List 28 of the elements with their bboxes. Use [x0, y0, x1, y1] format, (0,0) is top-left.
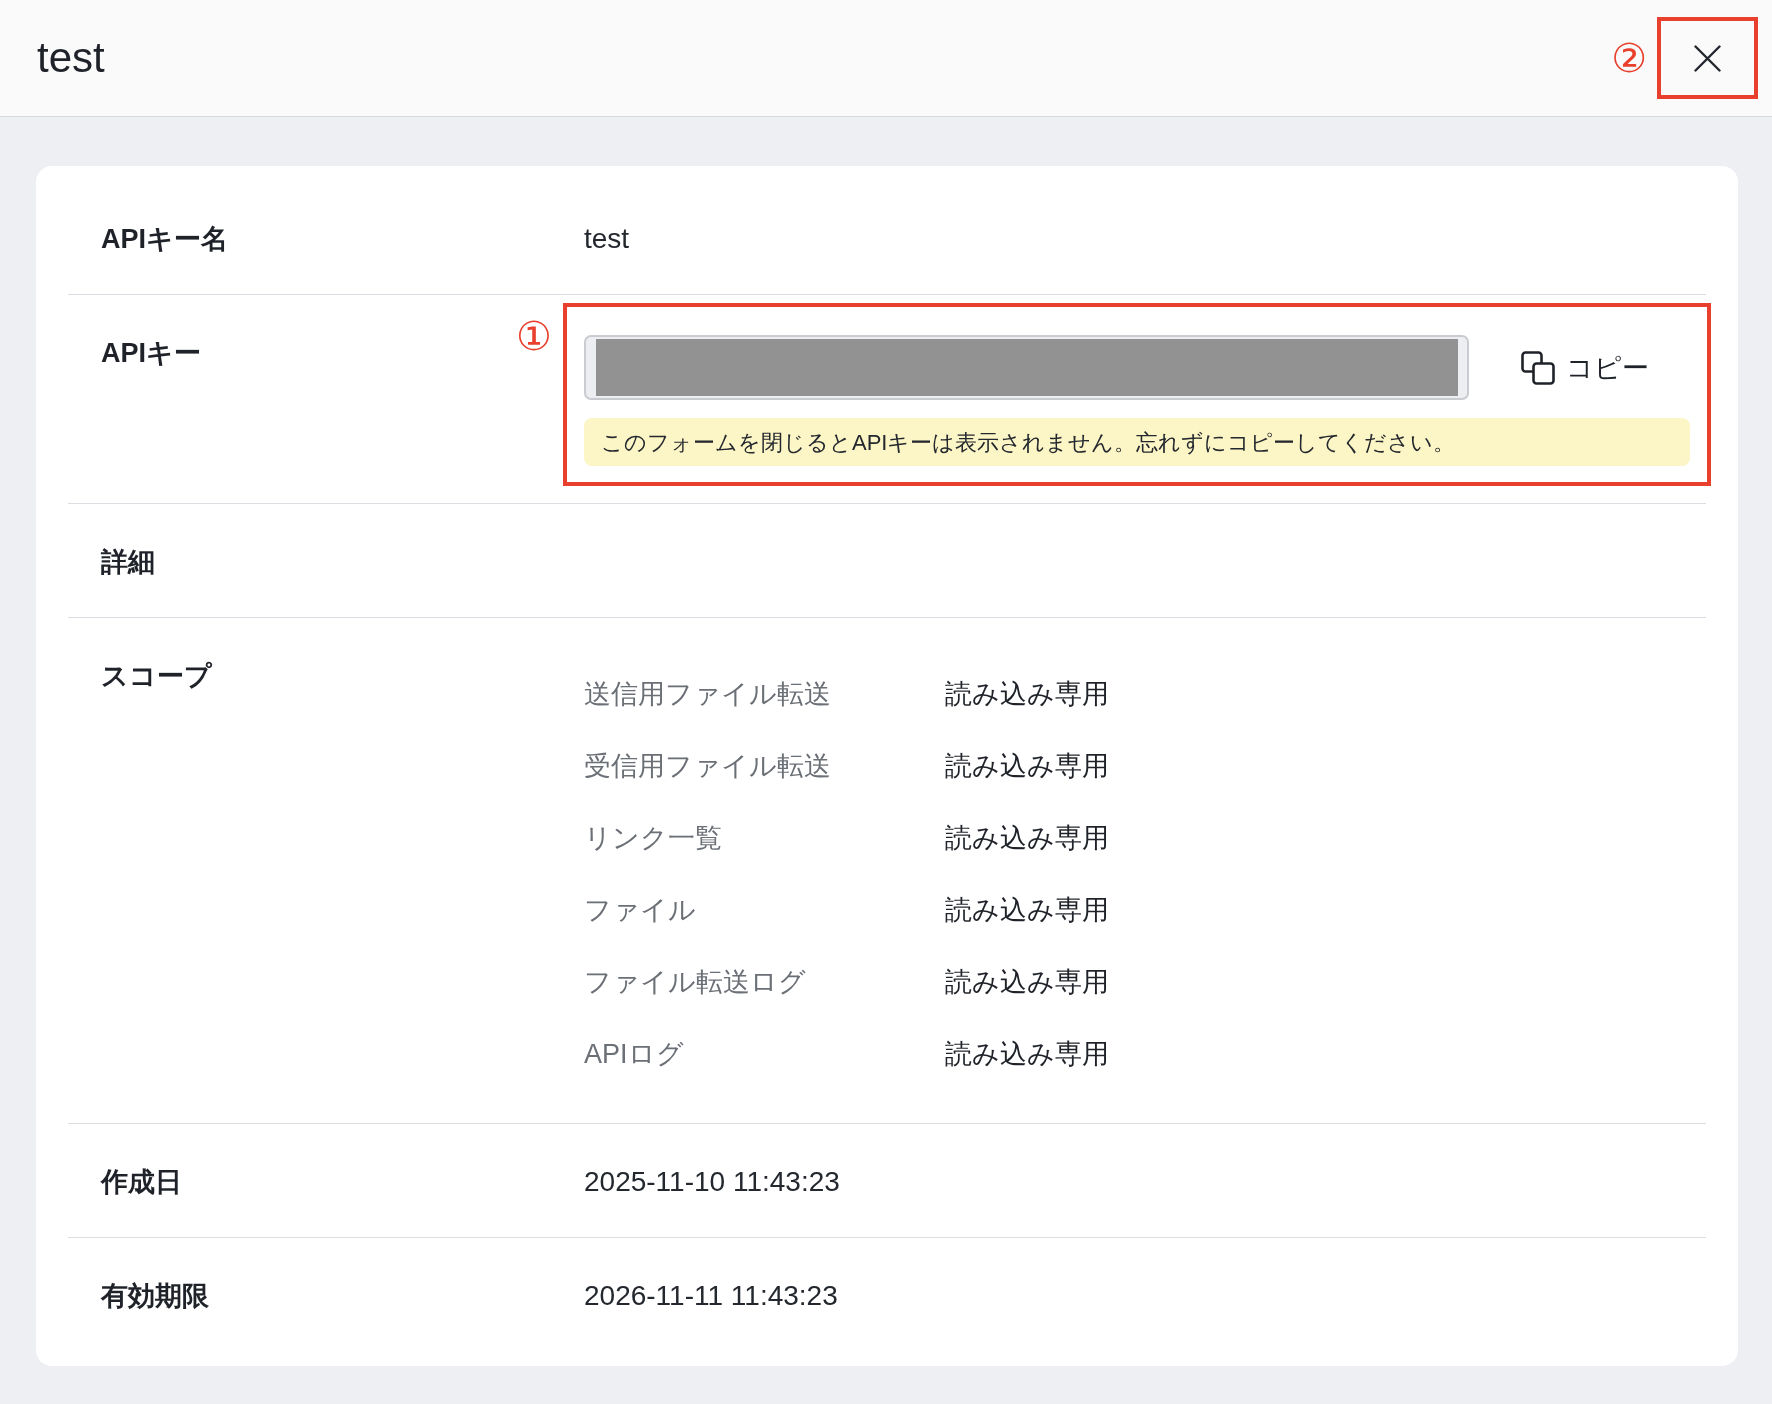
field-label: 作成日 — [101, 1166, 182, 1199]
annotation-number: ② — [1611, 36, 1647, 80]
annotation-number: ① — [516, 314, 552, 358]
scope-access: 読み込み専用 — [945, 750, 1109, 783]
scope-name: 送信用ファイル転送 — [584, 678, 832, 711]
field-value: 2025-11-10 11:43:23 — [584, 1165, 840, 1199]
field-label: APIキー — [101, 337, 201, 370]
field-label: スコープ — [101, 660, 212, 693]
close-icon — [1694, 44, 1721, 72]
scope-access: 読み込み専用 — [945, 678, 1109, 711]
scope-name: リンク一覧 — [584, 822, 723, 855]
scope-name: ファイル — [584, 894, 697, 927]
field-label: 有効期限 — [101, 1280, 209, 1313]
window-title: test — [37, 33, 105, 83]
scope-access: 読み込み専用 — [945, 1038, 1109, 1071]
scope-access: 読み込み専用 — [945, 966, 1109, 999]
copy-icon — [1521, 350, 1555, 385]
field-value: test — [584, 222, 630, 256]
scope-name: 受信用ファイル転送 — [584, 750, 832, 783]
field-value: 2026-11-11 11:43:23 — [584, 1279, 838, 1313]
field-label: 詳細 — [101, 546, 155, 579]
scope-access: 読み込み専用 — [945, 822, 1109, 855]
scope-name: ファイル転送ログ — [584, 966, 807, 999]
scope-name: APIログ — [584, 1038, 685, 1071]
warning-message: このフォームを閉じるとAPIキーは表示されません。忘れずにコピーしてください。 — [584, 418, 1690, 466]
field-label: APIキー名 — [101, 223, 228, 256]
copy-button[interactable]: コピー — [1521, 349, 1649, 386]
scope-access: 読み込み専用 — [945, 894, 1109, 927]
